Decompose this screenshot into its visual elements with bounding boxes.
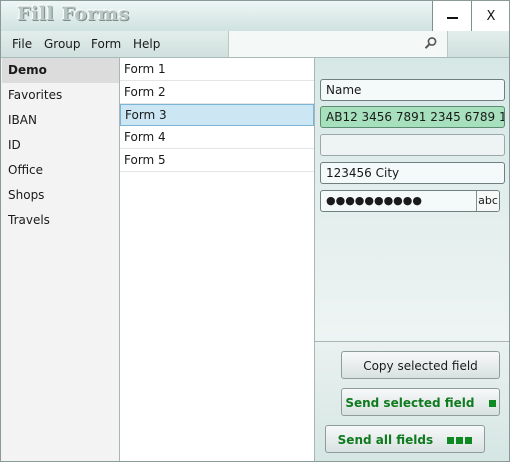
copy-selected-field-label: Copy selected field bbox=[363, 359, 478, 373]
minimize-button[interactable] bbox=[432, 1, 471, 31]
title-bar[interactable]: Fill Forms X bbox=[1, 1, 509, 32]
show-password-button[interactable]: abc bbox=[476, 191, 499, 211]
fields-panel: Name AB12 3456 7891 2345 6789 12 123456 … bbox=[315, 58, 509, 342]
password-mask: ●●●●●●●●●● bbox=[326, 194, 422, 207]
close-button[interactable]: X bbox=[471, 1, 509, 31]
form-list: Form 1 Form 2 Form 3 Form 4 Form 5 bbox=[120, 58, 315, 461]
search-input[interactable] bbox=[228, 31, 448, 57]
name-field[interactable]: Name bbox=[320, 79, 505, 101]
minimize-icon bbox=[446, 16, 458, 19]
menu-form[interactable]: Form bbox=[91, 37, 121, 51]
empty-field[interactable] bbox=[320, 134, 505, 156]
single-square-icon bbox=[487, 396, 496, 410]
form-item-2[interactable]: Form 2 bbox=[120, 81, 314, 104]
group-item-favorites[interactable]: Favorites bbox=[2, 83, 119, 108]
app-title: Fill Forms bbox=[17, 3, 130, 25]
city-field[interactable]: 123456 City bbox=[320, 162, 505, 184]
group-item-shops[interactable]: Shops bbox=[2, 183, 119, 208]
copy-selected-field-button[interactable]: Copy selected field bbox=[341, 351, 500, 379]
group-item-iban[interactable]: IBAN bbox=[2, 108, 119, 133]
send-all-fields-label: Send all fields bbox=[337, 433, 434, 447]
actions-panel: Copy selected field Send selected field … bbox=[315, 342, 509, 461]
form-item-5[interactable]: Form 5 bbox=[120, 149, 314, 172]
group-list: Demo Favorites IBAN ID Office Shops Trav… bbox=[2, 58, 120, 461]
triple-square-icon bbox=[445, 433, 473, 447]
password-field[interactable]: ●●●●●●●●●● abc bbox=[320, 190, 500, 212]
send-selected-field-button[interactable]: Send selected field bbox=[341, 388, 500, 416]
menu-group[interactable]: Group bbox=[44, 37, 81, 51]
send-selected-field-label: Send selected field bbox=[345, 396, 475, 410]
app-window: Fill Forms X File Group Form Help Demo F… bbox=[0, 0, 510, 462]
group-item-office[interactable]: Office bbox=[2, 158, 119, 183]
menu-bar: File Group Form Help bbox=[1, 31, 509, 58]
search-icon[interactable] bbox=[424, 36, 438, 50]
form-item-3[interactable]: Form 3 bbox=[120, 104, 314, 126]
group-item-id[interactable]: ID bbox=[2, 133, 119, 158]
form-item-4[interactable]: Form 4 bbox=[120, 126, 314, 149]
iban-field[interactable]: AB12 3456 7891 2345 6789 12 bbox=[320, 106, 505, 128]
group-item-demo[interactable]: Demo bbox=[2, 58, 119, 83]
send-all-fields-button[interactable]: Send all fields bbox=[325, 425, 485, 453]
form-item-1[interactable]: Form 1 bbox=[120, 58, 314, 81]
menu-help[interactable]: Help bbox=[133, 37, 160, 51]
group-item-travels[interactable]: Travels bbox=[2, 208, 119, 233]
menu-file[interactable]: File bbox=[12, 37, 32, 51]
